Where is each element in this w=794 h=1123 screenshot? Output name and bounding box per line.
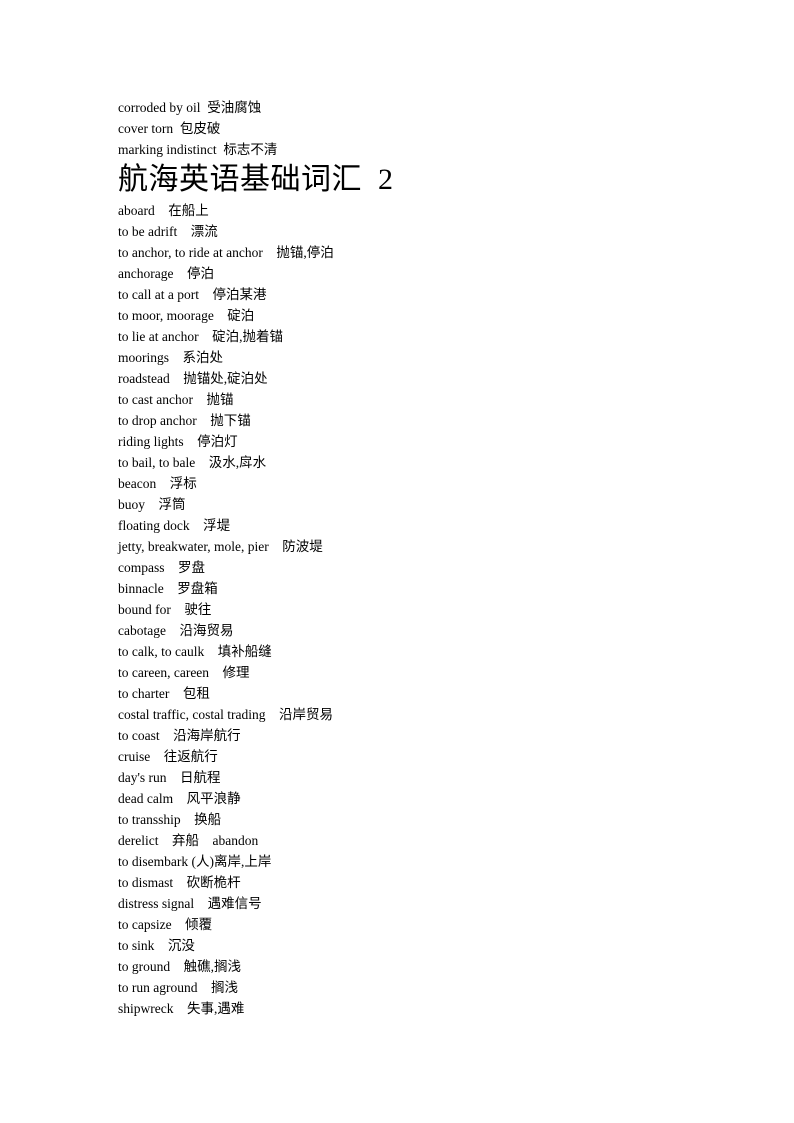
- vocab-line: compass 罗盘: [118, 560, 205, 575]
- vocab-line: binnacle 罗盘箱: [118, 581, 218, 596]
- vocabulary-list: aboard 在船上 to be adrift 漂流 to anchor, to…: [118, 200, 718, 1019]
- vocab-line: to cast anchor 抛锚: [118, 392, 234, 407]
- vocab-line: costal traffic, costal trading 沿岸贸易: [118, 707, 333, 722]
- vocab-line: derelict 弃船 abandon: [118, 833, 259, 848]
- vocab-line: to bail, to bale 汲水,戽水: [118, 455, 267, 470]
- vocab-line: to charter 包租: [118, 686, 210, 701]
- pre-title-vocabulary-list: corroded by oil 受油腐蚀 cover torn 包皮破 mark…: [118, 97, 718, 160]
- vocab-line: jetty, breakwater, mole, pier 防波堤: [118, 539, 323, 554]
- vocab-line: riding lights 停泊灯: [118, 434, 238, 449]
- vocab-line: corroded by oil 受油腐蚀: [118, 100, 262, 115]
- page-title: 航海英语基础词汇 2: [118, 163, 394, 196]
- document-content: corroded by oil 受油腐蚀 cover torn 包皮破 mark…: [118, 97, 718, 1019]
- vocab-line: roadstead 抛锚处,碇泊处: [118, 371, 268, 386]
- vocab-line: to anchor, to ride at anchor 抛锚,停泊: [118, 245, 334, 260]
- vocab-line: buoy 浮筒: [118, 497, 186, 512]
- vocab-line: to careen, careen 修理: [118, 665, 250, 680]
- vocab-line: to coast 沿海岸航行: [118, 728, 241, 743]
- vocab-line: dead calm 风平浪静: [118, 791, 241, 806]
- document-page: corroded by oil 受油腐蚀 cover torn 包皮破 mark…: [0, 0, 794, 1123]
- vocab-line: to dismast 砍断桅杆: [118, 875, 241, 890]
- vocab-line: to lie at anchor 碇泊,抛着锚: [118, 329, 283, 344]
- vocab-line: to transship 换船: [118, 812, 222, 827]
- vocab-line: anchorage 停泊: [118, 266, 214, 281]
- vocab-line: day's run 日航程: [118, 770, 221, 785]
- vocab-line: cover torn 包皮破: [118, 121, 221, 136]
- vocab-line: floating dock 浮堤: [118, 518, 231, 533]
- vocab-line: cabotage 沿海贸易: [118, 623, 234, 638]
- vocab-line: to calk, to caulk 填补船缝: [118, 644, 272, 659]
- vocab-line: to ground 触礁,搁浅: [118, 959, 241, 974]
- vocab-line: marking indistinct 标志不清: [118, 142, 278, 157]
- vocab-line: to moor, moorage 碇泊: [118, 308, 255, 323]
- vocab-line: cruise 往返航行: [118, 749, 218, 764]
- vocab-line: aboard 在船上: [118, 203, 209, 218]
- vocab-line: to disembark (人)离岸,上岸: [118, 854, 272, 869]
- vocab-line: to drop anchor 抛下锚: [118, 413, 251, 428]
- vocab-line: distress signal 遇难信号: [118, 896, 262, 911]
- vocab-line: to run aground 搁浅: [118, 980, 238, 995]
- vocab-line: to be adrift 漂流: [118, 224, 218, 239]
- vocab-line: to capsize 倾覆: [118, 917, 213, 932]
- vocab-line: shipwreck 失事,遇难: [118, 1001, 245, 1016]
- vocab-line: bound for 驶往: [118, 602, 212, 617]
- vocab-line: to sink 沉没: [118, 938, 195, 953]
- vocab-line: to call at a port 停泊某港: [118, 287, 267, 302]
- vocab-line: moorings 系泊处: [118, 350, 224, 365]
- vocab-line: beacon 浮标: [118, 476, 197, 491]
